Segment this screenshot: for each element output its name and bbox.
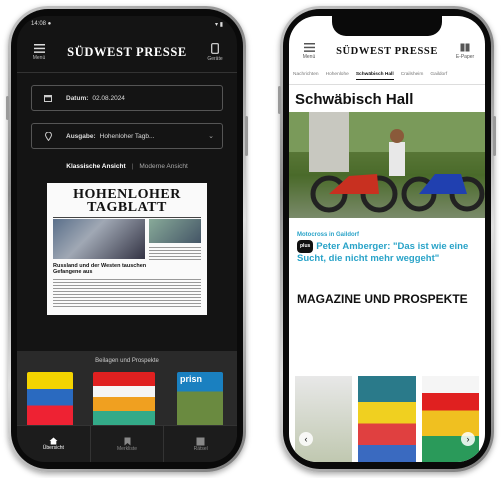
edition-select[interactable]: Ausgabe: Hohenloher Tagb... ⌄ xyxy=(31,123,223,149)
phone-mockup-left: 14:08 ● ▾ ▮ Menü SÜDWEST PRESSE Geräte D… xyxy=(6,6,248,472)
classic-view-option[interactable]: Klassische Ansicht xyxy=(66,163,125,170)
bookmark-icon xyxy=(124,437,130,445)
status-indicators: ▾ ▮ xyxy=(215,21,223,28)
brochure-row: prisn xyxy=(17,364,237,428)
plus-badge: plus xyxy=(297,240,314,253)
hamburger-icon xyxy=(303,42,315,52)
bottom-tab-bar: Übersicht Merkliste Rätsel xyxy=(17,425,237,462)
article-text-lines xyxy=(53,279,201,307)
brochure-item[interactable]: prisn xyxy=(177,372,223,428)
region-tabs: Nachrichten Hohenlohe Schwäbisch Hall Cr… xyxy=(289,66,485,85)
puzzle-icon xyxy=(196,437,205,445)
front-page-photo xyxy=(53,219,145,259)
device-button[interactable]: Geräte xyxy=(203,42,227,62)
status-time: 14:08 ● xyxy=(31,21,52,27)
tab-puzzles[interactable]: Rätsel xyxy=(163,426,237,462)
brochure-item[interactable] xyxy=(27,372,73,428)
phone-notch xyxy=(332,16,442,36)
status-bar: 14:08 ● ▾ ▮ xyxy=(17,16,237,32)
edition-value: Hohenloher Tagb... xyxy=(99,132,155,140)
modern-view-option[interactable]: Moderne Ansicht xyxy=(139,163,187,170)
chevron-down-icon: ⌄ xyxy=(208,133,214,140)
brochure-partial-title: prisn xyxy=(180,374,203,384)
chevron-right-icon: › xyxy=(466,434,470,444)
view-toggle: Klassische Ansicht | Moderne Ansicht xyxy=(17,163,237,170)
tab-puzzles-label: Rätsel xyxy=(193,445,208,452)
masthead-line2: TAGBLATT xyxy=(87,200,167,215)
article-hero-image[interactable] xyxy=(289,112,485,218)
epaper-icon xyxy=(460,43,470,51)
carousel-prev-button[interactable]: ‹ xyxy=(299,432,313,446)
date-value: 02.08.2024 xyxy=(92,94,125,102)
masthead-rule xyxy=(53,217,201,218)
phone-mockup-right: Menü SÜDWEST PRESSE E-Paper Nachrichten … xyxy=(278,6,496,472)
article-kicker: Motocross in Gaildorf xyxy=(297,232,360,238)
power-button xyxy=(493,116,496,156)
magazines-carousel: ‹ › xyxy=(289,370,485,462)
newspaper-cover[interactable]: HOHENLOHER TAGBLATT Russland und der Wes… xyxy=(47,183,207,315)
magazine-card[interactable] xyxy=(295,376,353,462)
app-header: Menü SÜDWEST PRESSE E-Paper xyxy=(289,36,485,66)
epaper-app-screen: 14:08 ● ▾ ▮ Menü SÜDWEST PRESSE Geräte D… xyxy=(17,16,237,462)
home-icon xyxy=(49,437,58,445)
tab-overview[interactable]: Übersicht xyxy=(17,426,90,462)
magazines-title: MAGAZINE UND PROSPEKTE xyxy=(297,292,468,306)
date-picker-field[interactable]: Datum: 02.08.2024 xyxy=(31,85,223,111)
phone-icon xyxy=(211,42,219,54)
epaper-label: E-Paper xyxy=(455,53,475,60)
edition-label: Ausgabe: xyxy=(66,132,96,140)
supplements-title: Beilagen und Prospekte xyxy=(95,358,159,364)
brochure-item[interactable] xyxy=(93,372,155,428)
calendar-icon xyxy=(40,94,56,102)
menu-label: Menü xyxy=(302,53,316,60)
front-page-headline: Russland und der Westen tauschen Gefange… xyxy=(53,263,147,275)
tab-region[interactable]: Nachrichten xyxy=(293,72,319,80)
menu-label: Menü xyxy=(32,54,46,61)
date-label: Datum: xyxy=(66,94,89,102)
brand-logo: SÜDWEST PRESSE xyxy=(336,45,438,57)
volume-button xyxy=(6,96,9,120)
tab-region[interactable]: Gaildorf xyxy=(430,72,447,80)
carousel-next-button[interactable]: › xyxy=(461,432,475,446)
news-app-screen: Menü SÜDWEST PRESSE E-Paper Nachrichten … xyxy=(289,16,485,462)
brand-logo: SÜDWEST PRESSE xyxy=(67,44,187,59)
menu-button[interactable]: Menü xyxy=(297,42,321,60)
motocross-photo xyxy=(289,112,485,213)
tab-overview-label: Übersicht xyxy=(42,445,64,451)
newspaper-masthead: HOHENLOHER TAGBLATT xyxy=(47,183,207,215)
toggle-divider: | xyxy=(131,163,134,170)
article-headline-link[interactable]: plus Peter Amberger: "Das ist wie eine Su… xyxy=(289,240,485,264)
app-header: Menü SÜDWEST PRESSE Geräte xyxy=(17,32,237,73)
article-headline: Peter Amberger: "Das ist wie eine Sucht,… xyxy=(297,241,469,264)
tab-region[interactable]: Hohenlohe xyxy=(326,72,349,80)
side-text-lines xyxy=(149,247,201,261)
side-photo xyxy=(149,219,201,243)
magazine-card[interactable] xyxy=(421,376,479,462)
location-pin-icon xyxy=(40,131,56,141)
epaper-button[interactable]: E-Paper xyxy=(453,43,477,60)
section-title: Schwäbisch Hall xyxy=(295,91,414,108)
magazine-card[interactable] xyxy=(358,376,416,462)
power-button xyxy=(245,116,248,156)
tab-bookmarks[interactable]: Merkliste xyxy=(89,426,164,462)
chevron-left-icon: ‹ xyxy=(304,434,308,444)
tab-bookmarks-label: Merkliste xyxy=(117,445,138,452)
hamburger-icon xyxy=(33,43,45,53)
tab-region[interactable]: Crailsheim xyxy=(401,72,424,80)
device-label: Geräte xyxy=(207,55,223,62)
tab-region-active[interactable]: Schwäbisch Hall xyxy=(355,72,394,80)
menu-button[interactable]: Menü xyxy=(27,43,51,61)
volume-button xyxy=(278,86,281,114)
